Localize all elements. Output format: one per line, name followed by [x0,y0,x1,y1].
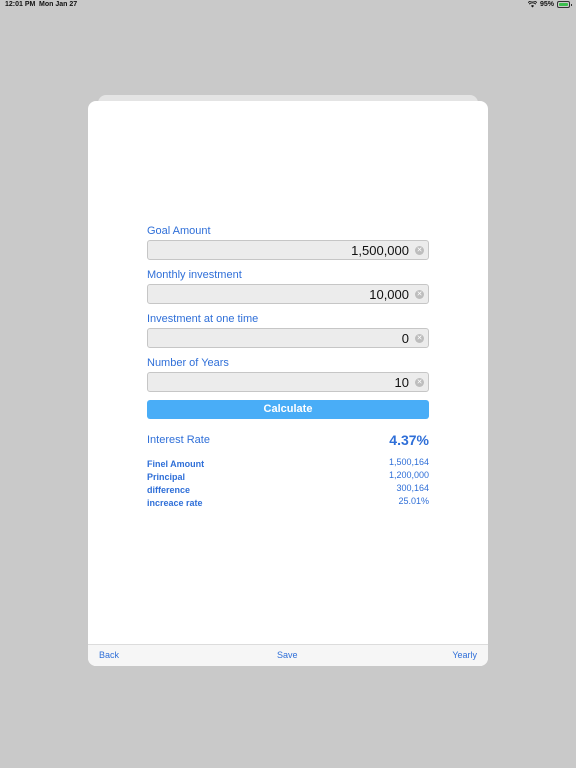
calculate-button[interactable]: Calculate [147,400,429,419]
input-form: Goal Amount 1,500,000 ✕ Monthly investme… [147,224,429,400]
result-value: 1,200,000 [388,470,429,480]
goal-amount-field[interactable]: 1,500,000 ✕ [147,240,429,260]
battery-icon [557,1,572,8]
monthly-investment-label: Monthly investment [147,269,242,281]
clear-icon[interactable]: ✕ [415,334,424,343]
clear-icon[interactable]: ✕ [415,378,424,387]
results-list: Finel Amount 1,500,164 Principal 1,200,0… [147,457,429,511]
status-indicators: 95% [527,1,572,8]
result-row-increase-rate: increace rate 25.01% [147,496,429,511]
clear-icon[interactable]: ✕ [415,246,424,255]
result-row-final-amount: Finel Amount 1,500,164 [147,457,429,472]
interest-rate-label: Interest Rate [147,434,210,446]
yearly-button[interactable]: Yearly [452,650,477,660]
back-button[interactable]: Back [99,650,119,660]
number-of-years-value: 10 [394,375,409,390]
number-of-years-label: Number of Years [147,357,229,369]
result-value: 1,500,164 [388,457,429,467]
result-row-difference: difference 300,164 [147,483,429,498]
save-button[interactable]: Save [277,650,298,660]
result-label: Finel Amount [147,459,205,469]
status-time: 12:01 PM [5,1,36,8]
monthly-investment-field[interactable]: 10,000 ✕ [147,284,429,304]
result-row-principal: Principal 1,200,000 [147,470,429,485]
calculator-sheet: Goal Amount 1,500,000 ✕ Monthly investme… [88,101,488,666]
one-time-investment-value: 0 [401,331,409,346]
number-of-years-field[interactable]: 10 ✕ [147,372,429,392]
one-time-investment-label: Investment at one time [147,313,259,325]
one-time-investment-field[interactable]: 0 ✕ [147,328,429,348]
interest-rate-value: 4.37% [389,432,429,448]
result-value: 300,164 [396,483,429,493]
result-value: 25.01% [398,496,429,506]
result-label: Principal [147,472,186,482]
status-bar: 12:01 PM Mon Jan 27 95% [0,0,576,12]
status-date: Mon Jan 27 [39,1,78,8]
battery-percent: 95% [539,1,554,8]
result-label: increace rate [147,498,203,508]
bottom-toolbar: Back Save Yearly [88,644,488,666]
clear-icon[interactable]: ✕ [415,290,424,299]
result-label: difference [147,485,191,495]
goal-amount-label: Goal Amount [147,225,211,237]
monthly-investment-value: 10,000 [369,287,409,302]
wifi-icon [527,1,537,8]
goal-amount-value: 1,500,000 [351,243,409,258]
